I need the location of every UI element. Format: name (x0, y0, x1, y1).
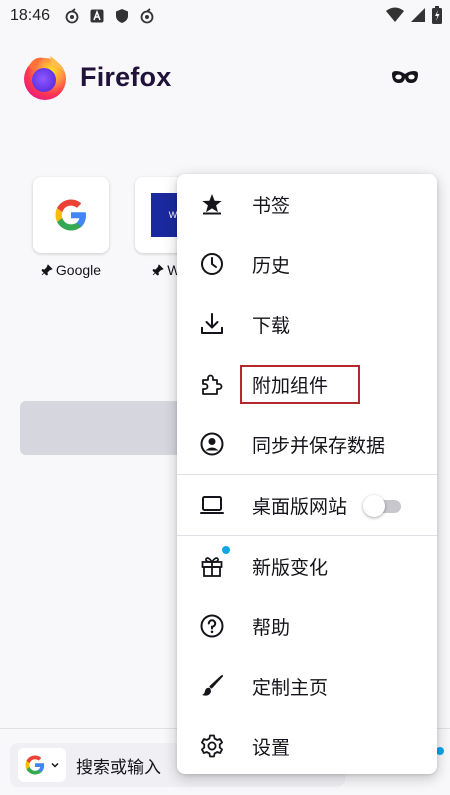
status-system-icons (386, 6, 442, 24)
menu-item-label: 新版变化 (252, 556, 329, 579)
pin-icon (152, 264, 164, 276)
private-mask-icon (392, 71, 418, 83)
menu-item-help[interactable]: 帮助 (177, 596, 437, 656)
account-icon (199, 431, 225, 457)
notification-dot (436, 747, 444, 755)
menu-item-label: 书签 (252, 194, 291, 217)
menu-item-label: 帮助 (252, 616, 291, 639)
bookmark-star-icon (199, 191, 225, 217)
cast-icon (140, 8, 154, 24)
menu-item-settings[interactable]: 设置 (177, 716, 437, 776)
wifi-icon (386, 7, 404, 22)
battery-icon (432, 6, 442, 24)
status-bar: 18:46 (0, 0, 450, 32)
desktop-icon (199, 492, 225, 518)
menu-item-label: 历史 (252, 254, 291, 277)
a-badge-icon (90, 9, 104, 23)
menu-item-customize-homepage[interactable]: 定制主页 (177, 656, 437, 716)
menu-item-label: 设置 (252, 736, 291, 759)
firefox-logo-icon (24, 56, 66, 100)
status-time: 18:46 (10, 7, 51, 24)
shield-icon (116, 9, 129, 23)
history-clock-icon (199, 251, 225, 277)
menu-item-whats-new[interactable]: 新版变化 (177, 536, 437, 596)
main-menu: 书签 历史 下载 附加组件 同步并保存数据 桌面版网站 新版变化 帮助 定制主页… (177, 174, 437, 774)
cast-icon (65, 8, 79, 24)
brush-icon (199, 673, 225, 699)
shortcut-google[interactable]: Google (33, 177, 109, 278)
search-placeholder: 搜索或输入 (76, 757, 161, 778)
gift-icon (199, 553, 225, 579)
menu-item-sync[interactable]: 同步并保存数据 (177, 414, 437, 474)
highlight-box (240, 365, 360, 404)
chevron-down-icon (51, 762, 59, 768)
menu-item-label: 定制主页 (252, 676, 329, 699)
firefox-brand: Firefox (20, 52, 171, 102)
google-logo-icon (55, 199, 86, 231)
menu-item-history[interactable]: 历史 (177, 234, 437, 294)
new-badge-dot (222, 546, 230, 554)
status-notification-icons (64, 8, 155, 24)
menu-item-bookmarks[interactable]: 书签 (177, 174, 437, 234)
settings-gear-icon (199, 733, 225, 759)
private-browsing-button[interactable] (390, 66, 420, 88)
google-logo-icon (25, 755, 45, 775)
shortcut-tile[interactable] (33, 177, 109, 253)
menu-item-label: 下载 (252, 314, 291, 337)
toggle-thumb (363, 495, 385, 517)
menu-item-desktop-site[interactable]: 桌面版网站 (177, 475, 437, 535)
shortcut-label: Google (33, 262, 109, 278)
menu-item-downloads[interactable]: 下载 (177, 294, 437, 354)
desktop-site-toggle[interactable] (363, 495, 403, 517)
download-icon (199, 311, 225, 337)
screen: 18:46 Firefox Google W 搜索或输入 书签 历史 下载 附加… (0, 0, 450, 795)
help-icon (199, 613, 225, 639)
shortcut-google-label: Google (55, 262, 102, 278)
menu-item-label: 同步并保存数据 (252, 434, 386, 457)
pin-icon (41, 264, 53, 276)
addons-puzzle-icon (199, 371, 225, 397)
search-engine-selector[interactable] (18, 748, 66, 782)
signal-icon (411, 8, 425, 22)
menu-item-label: 桌面版网站 (252, 495, 348, 518)
brand-name: Firefox (80, 61, 172, 92)
